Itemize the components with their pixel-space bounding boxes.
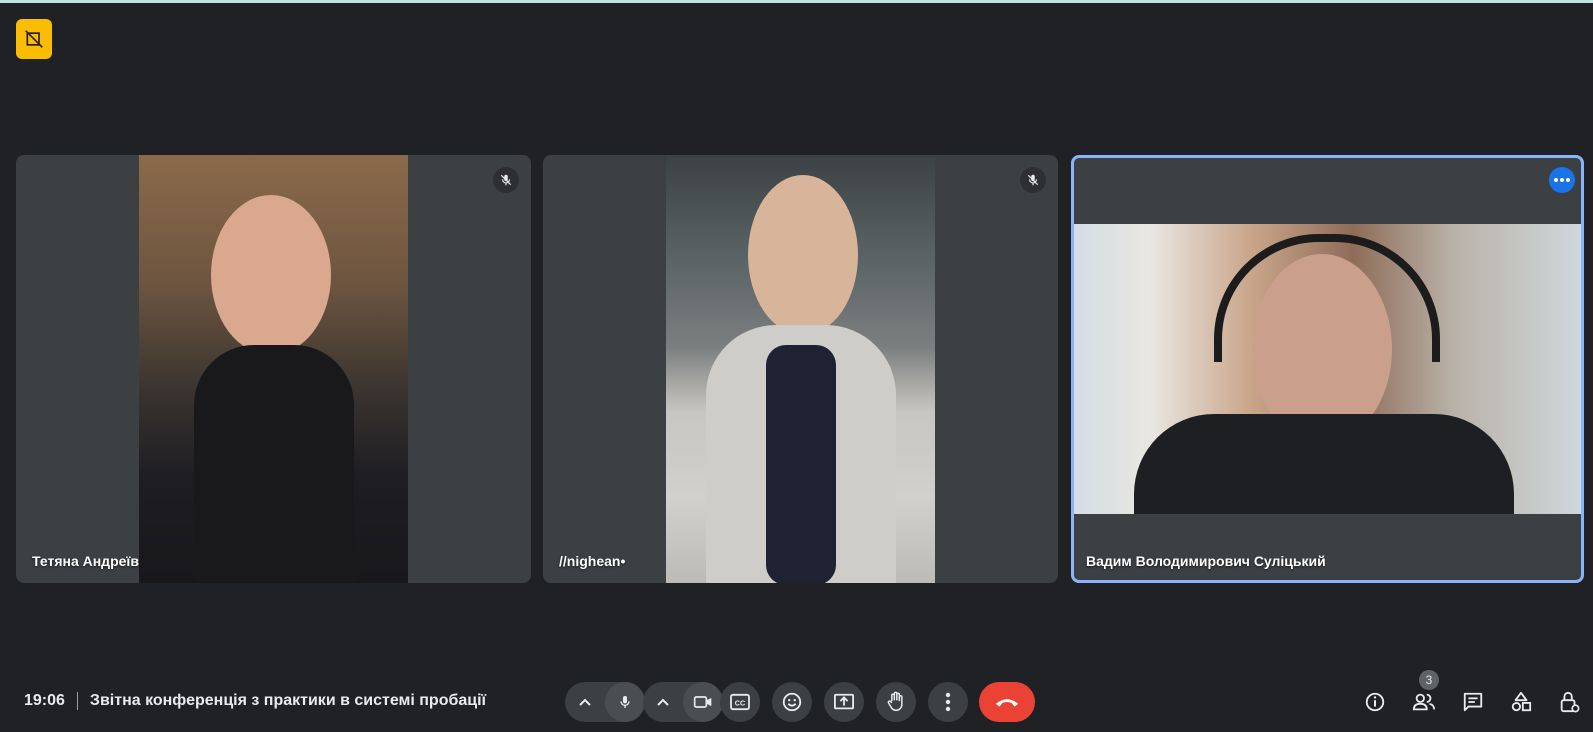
muted-mic-icon <box>1020 167 1046 193</box>
captions-icon: CC <box>730 693 750 711</box>
participant-tile-1[interactable]: Тетяна Андреїв <box>16 155 531 583</box>
emoji-icon <box>782 692 802 712</box>
more-options-button[interactable] <box>928 682 968 722</box>
participant-face <box>748 175 858 335</box>
meeting-title: Звітна конференція з практики в системі … <box>89 692 487 709</box>
camera-control-group <box>643 682 723 722</box>
mic-control-group <box>565 682 645 722</box>
present-screen-icon <box>834 693 854 710</box>
video-off-badge-button[interactable] <box>16 19 52 59</box>
participant-body <box>194 345 354 583</box>
people-button[interactable] <box>1411 689 1437 715</box>
participant-name: Тетяна Андреїв <box>32 553 139 569</box>
participant-video <box>1074 224 1581 514</box>
top-accent-line <box>0 0 1593 3</box>
participant-hoodie <box>766 345 836 583</box>
participant-face <box>211 195 331 355</box>
muted-mic-icon <box>493 167 519 193</box>
info-icon <box>1365 692 1385 712</box>
audio-options-button[interactable] <box>565 682 605 722</box>
meeting-time: 19:06 <box>24 692 65 709</box>
chevron-up-icon <box>579 698 591 706</box>
participant-name: //nighean• <box>559 553 626 569</box>
participant-count-badge: 3 <box>1419 670 1439 690</box>
participant-body <box>1134 414 1514 514</box>
participant-tile-3-active[interactable]: Вадим Володимирович Суліцький <box>1071 155 1584 583</box>
host-controls-button[interactable] <box>1556 689 1582 715</box>
participant-name: Вадим Володимирович Суліцький <box>1086 553 1326 569</box>
chat-button[interactable] <box>1460 689 1486 715</box>
activities-icon <box>1511 691 1532 712</box>
no-video-icon <box>25 30 43 48</box>
participant-video <box>139 155 408 583</box>
more-horizontal-icon <box>1554 178 1570 182</box>
meeting-details-button[interactable] <box>1362 689 1388 715</box>
mic-button[interactable] <box>605 682 645 722</box>
host-controls-icon <box>1560 691 1580 713</box>
chat-icon <box>1463 692 1483 712</box>
camera-icon <box>693 696 712 708</box>
more-options-icon <box>945 692 951 712</box>
chevron-up-icon <box>657 698 669 706</box>
activities-button[interactable] <box>1508 689 1534 715</box>
participant-video <box>666 155 935 583</box>
people-icon <box>1412 693 1436 711</box>
captions-button[interactable]: CC <box>720 682 760 722</box>
video-options-button[interactable] <box>643 682 683 722</box>
raise-hand-icon <box>887 691 903 712</box>
end-call-button[interactable] <box>979 682 1035 722</box>
end-call-icon <box>995 699 1019 707</box>
meeting-info: 19:06 Звітна конференція з практики в си… <box>24 692 486 710</box>
divider <box>76 692 78 710</box>
raise-hand-button[interactable] <box>876 682 916 722</box>
emoji-reactions-button[interactable] <box>772 682 812 722</box>
more-options-tile-button[interactable] <box>1549 167 1575 193</box>
participant-tile-2[interactable]: //nighean• <box>543 155 1058 583</box>
present-screen-button[interactable] <box>824 682 864 722</box>
camera-button[interactable] <box>683 682 723 722</box>
headset <box>1214 234 1440 362</box>
svg-text:CC: CC <box>735 699 745 708</box>
mic-icon <box>620 696 630 708</box>
